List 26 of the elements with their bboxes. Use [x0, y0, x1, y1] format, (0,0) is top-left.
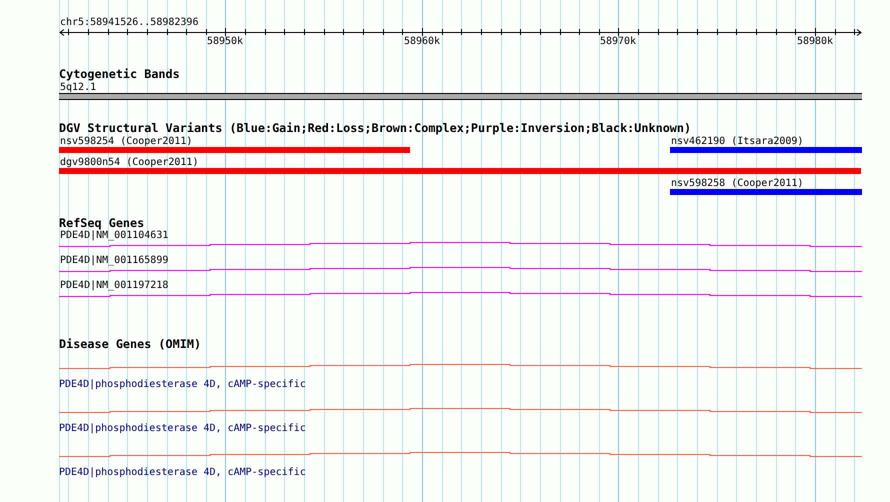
tick-label: 58970k — [600, 36, 636, 47]
tick-label: 58950k — [206, 36, 244, 47]
tick-label: 58980k — [796, 36, 834, 47]
gene-label: PDE4D|NM_001104631 — [60, 230, 168, 241]
region-label: chr5:58941526..58982396 — [60, 17, 198, 28]
track-title: Cytogenetic Bands — [59, 67, 180, 81]
gene-label: PDE4D|NM_001197218 — [60, 280, 168, 291]
feature-label[interactable]: PDE4D|phosphodiesterase 4D, cAMP-specific — [59, 467, 306, 478]
track-title: RefSeq Genes — [59, 216, 144, 230]
gene-model[interactable] — [58, 242, 862, 247]
gene-model[interactable] — [58, 267, 862, 272]
track-title: DGV Structural Variants (Blue:Gain;Red:Loss;Brown:Complex;Purple:Inversion;Black:Unknown) — [59, 121, 692, 135]
feature-label: dgv9800n54 (Cooper2011) — [60, 157, 198, 168]
gene-label: PDE4D|NM_001165899 — [60, 255, 168, 266]
gene-model[interactable] — [58, 452, 862, 457]
gene-model[interactable] — [58, 364, 862, 369]
feature-label[interactable]: PDE4D|phosphodiesterase 4D, cAMP-specific — [59, 423, 306, 434]
tick-label: 58960k — [404, 36, 440, 47]
feature-label: nsv598258 (Cooper2011) — [671, 178, 804, 189]
feature-label: nsv462190 (Itsara2009) — [671, 136, 804, 147]
band-label: 5q12.1 — [60, 82, 96, 93]
track-title: Disease Genes (OMIM) — [59, 337, 202, 351]
feature-label: nsv598254 (Cooper2011) — [60, 136, 192, 147]
gene-model[interactable] — [58, 292, 862, 297]
gene-model[interactable] — [58, 408, 862, 413]
feature-label[interactable]: PDE4D|phosphodiesterase 4D, cAMP-specific — [59, 379, 306, 390]
